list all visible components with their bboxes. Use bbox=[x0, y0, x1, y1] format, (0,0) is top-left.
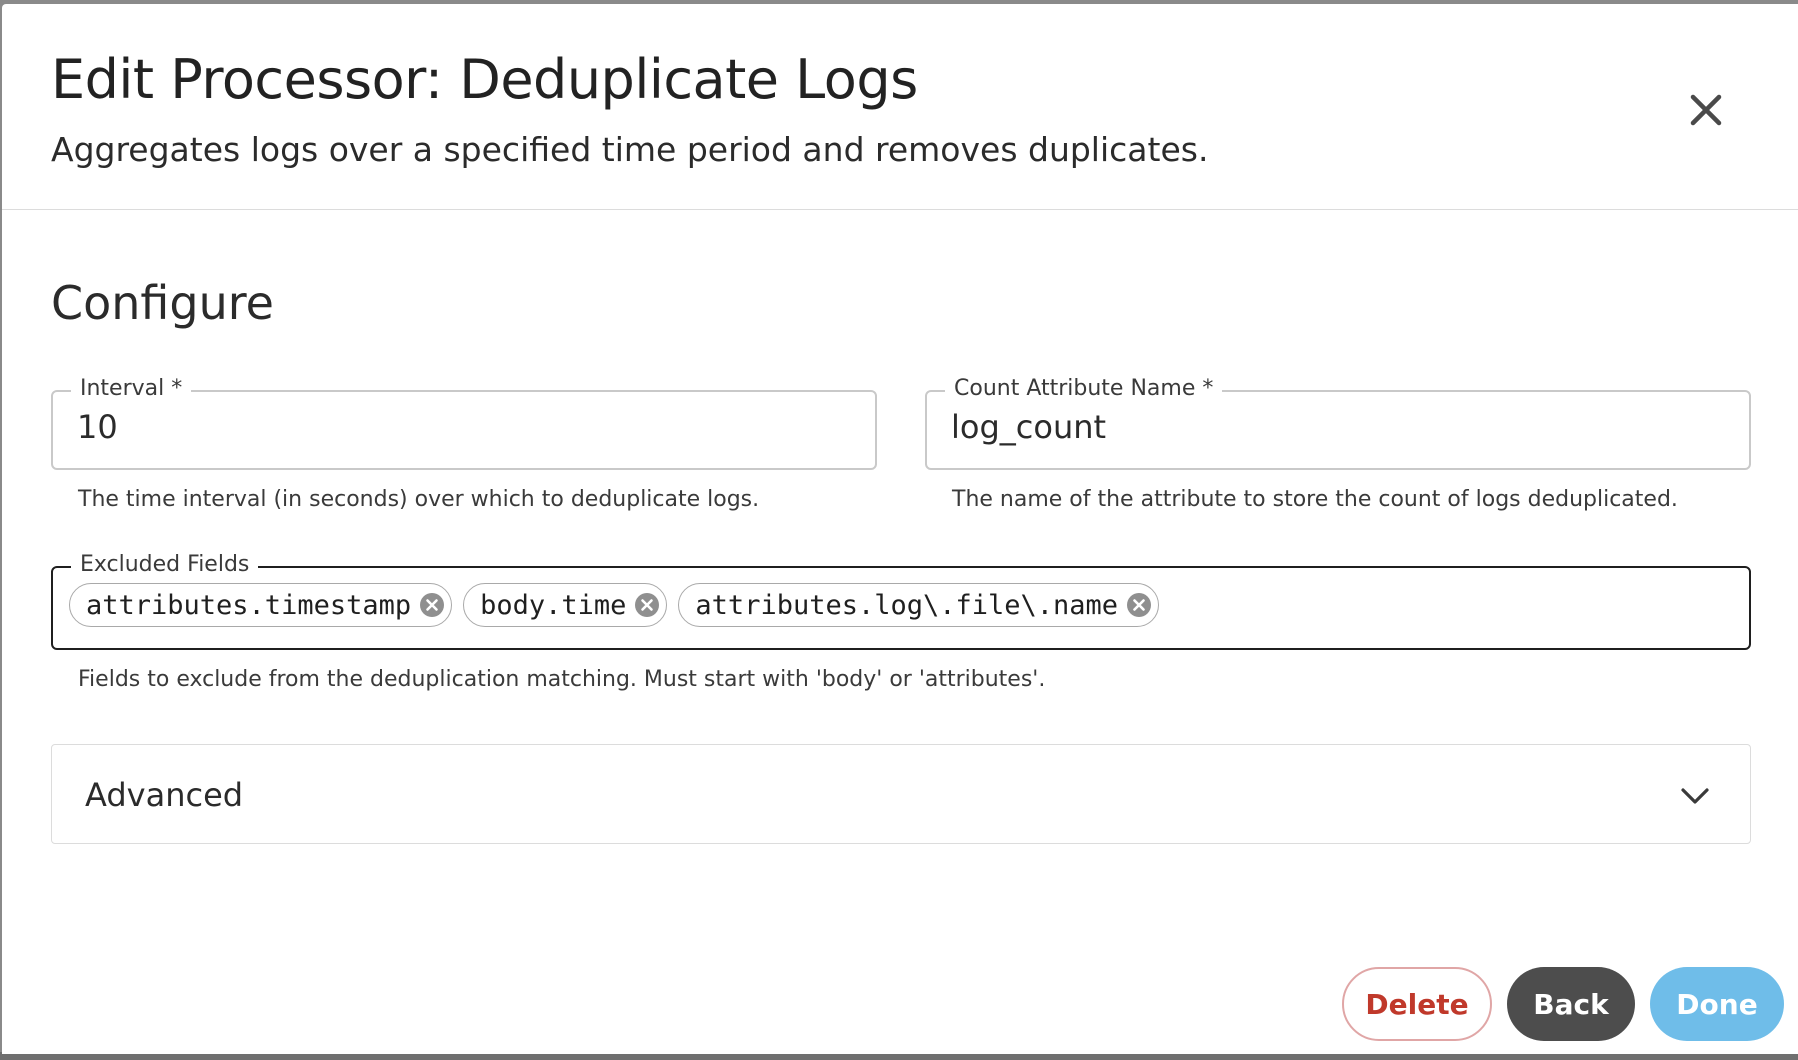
close-button[interactable] bbox=[1680, 84, 1732, 136]
chip-excluded-field: attributes.timestamp bbox=[69, 583, 453, 627]
advanced-accordion[interactable]: Advanced bbox=[51, 744, 1751, 844]
excluded-fields-label: Excluded Fields bbox=[71, 551, 259, 579]
excluded-fields-helper: Fields to exclude from the deduplication… bbox=[78, 667, 1046, 692]
expand-toggle[interactable] bbox=[1678, 779, 1712, 813]
chip-excluded-field: body.time bbox=[463, 583, 668, 627]
close-icon bbox=[1690, 94, 1722, 126]
excluded-fields-chips: attributes.timestamp body.time attribute… bbox=[69, 583, 1160, 627]
interval-helper: The time interval (in seconds) over whic… bbox=[78, 487, 760, 512]
count-attribute-helper: The name of the attribute to store the c… bbox=[952, 487, 1678, 512]
dialog-subtitle: Aggregates logs over a specified time pe… bbox=[51, 130, 1209, 169]
dialog-header: Edit Processor: Deduplicate Logs Aggrega… bbox=[2, 4, 1798, 210]
remove-chip-button[interactable] bbox=[1126, 592, 1152, 618]
interval-label: Interval * bbox=[71, 375, 192, 403]
chevron-down-icon bbox=[1681, 788, 1709, 804]
count-attribute-label: Count Attribute Name * bbox=[945, 375, 1223, 403]
chip-excluded-field: attributes.log\.file\.name bbox=[678, 583, 1160, 627]
advanced-label: Advanced bbox=[85, 776, 244, 814]
done-button[interactable]: Done bbox=[1650, 967, 1784, 1041]
remove-chip-icon bbox=[420, 593, 445, 617]
configure-heading: Configure bbox=[51, 276, 274, 330]
edit-processor-dialog: Edit Processor: Deduplicate Logs Aggrega… bbox=[2, 4, 1798, 1054]
count-attribute-field[interactable]: Count Attribute Name * log_count bbox=[925, 375, 1751, 470]
excluded-fields-field[interactable]: Excluded Fields attributes.timestamp bod… bbox=[51, 551, 1751, 650]
remove-chip-button[interactable] bbox=[419, 592, 445, 618]
remove-chip-icon bbox=[635, 593, 660, 617]
interval-field[interactable]: Interval * 10 bbox=[51, 375, 877, 470]
chip-label: body.time bbox=[480, 589, 627, 621]
remove-chip-icon bbox=[1127, 593, 1152, 617]
delete-button[interactable]: Delete bbox=[1342, 967, 1492, 1041]
dialog-title: Edit Processor: Deduplicate Logs bbox=[51, 48, 918, 111]
remove-chip-button[interactable] bbox=[634, 592, 660, 618]
interval-input[interactable]: 10 bbox=[77, 408, 855, 446]
chip-label: attributes.timestamp bbox=[86, 589, 412, 621]
back-button[interactable]: Back bbox=[1507, 967, 1635, 1041]
chip-label: attributes.log\.file\.name bbox=[695, 589, 1119, 621]
count-attribute-input[interactable]: log_count bbox=[951, 408, 1729, 446]
